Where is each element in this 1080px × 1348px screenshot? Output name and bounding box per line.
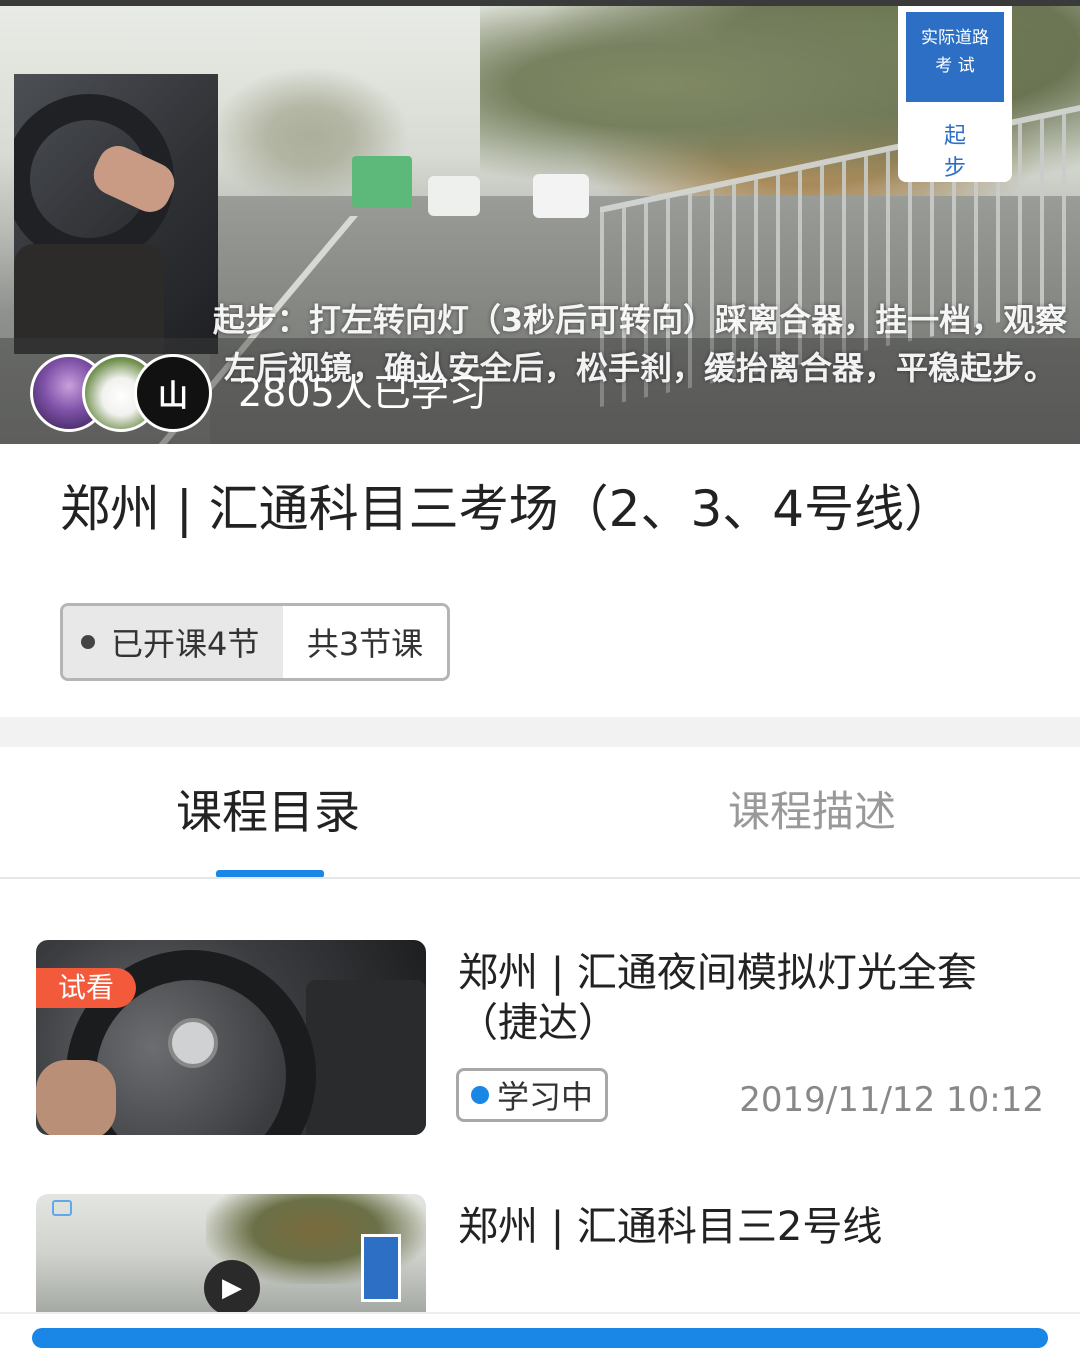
road-test-sign: 实际道路 考 试 起 步 — [898, 6, 1012, 182]
dot-icon — [81, 635, 95, 649]
avatar: 山 — [134, 354, 212, 432]
lesson-title[interactable]: 郑州 | 汇通科目三2号线 — [458, 1202, 1038, 1252]
lesson-date: 2019/11/12 10:12 — [739, 1080, 1044, 1120]
lesson-thumbnail[interactable]: ▶ — [36, 1194, 426, 1314]
car — [428, 176, 480, 216]
car-logo — [168, 1018, 218, 1068]
total-lessons: 共3节课 — [283, 606, 447, 678]
status-dot-icon — [471, 1086, 489, 1104]
driver-inset-video — [14, 74, 218, 354]
tab-course-catalog[interactable]: 课程目录 — [176, 780, 360, 844]
play-icon[interactable]: ▶ — [204, 1260, 260, 1314]
section-divider — [0, 717, 1080, 747]
sign-line-1: 实际道路 — [921, 28, 989, 48]
divider — [0, 1312, 1080, 1314]
bus — [352, 156, 412, 208]
video-mark-icon — [52, 1200, 72, 1216]
tab-course-description[interactable]: 课程描述 — [728, 780, 896, 844]
dashboard — [306, 980, 426, 1135]
learners-count: 2805人已学习 — [238, 371, 487, 415]
status-badge: 学习中 — [456, 1068, 609, 1122]
course-title: 郑州 | 汇通科目三考场（2、3、4号线） — [60, 480, 955, 538]
driver-hand — [36, 1060, 116, 1135]
course-video-player[interactable]: 实际道路 考 试 起 步 起步：打左转向灯（3秒后可转向）踩离合器，挂一档，观察… — [0, 6, 1080, 444]
bottom-action-bar[interactable] — [32, 1328, 1048, 1348]
lesson-title[interactable]: 郑州 | 汇通夜间模拟灯光全套（捷达） — [458, 948, 1038, 1048]
tab-divider — [0, 877, 1080, 879]
lesson-count-badge: 已开课4节 共3节课 — [60, 603, 450, 681]
sign-line-3: 起 步 — [943, 124, 984, 181]
road-test-sign — [361, 1234, 401, 1302]
learner-avatars: 山 — [30, 354, 220, 434]
status-label: 学习中 — [497, 1078, 594, 1116]
car — [533, 174, 589, 218]
trial-badge: 试看 — [36, 968, 137, 1008]
opened-lessons: 已开课4节 — [111, 625, 260, 663]
sign-line-2: 考 试 — [935, 56, 975, 76]
